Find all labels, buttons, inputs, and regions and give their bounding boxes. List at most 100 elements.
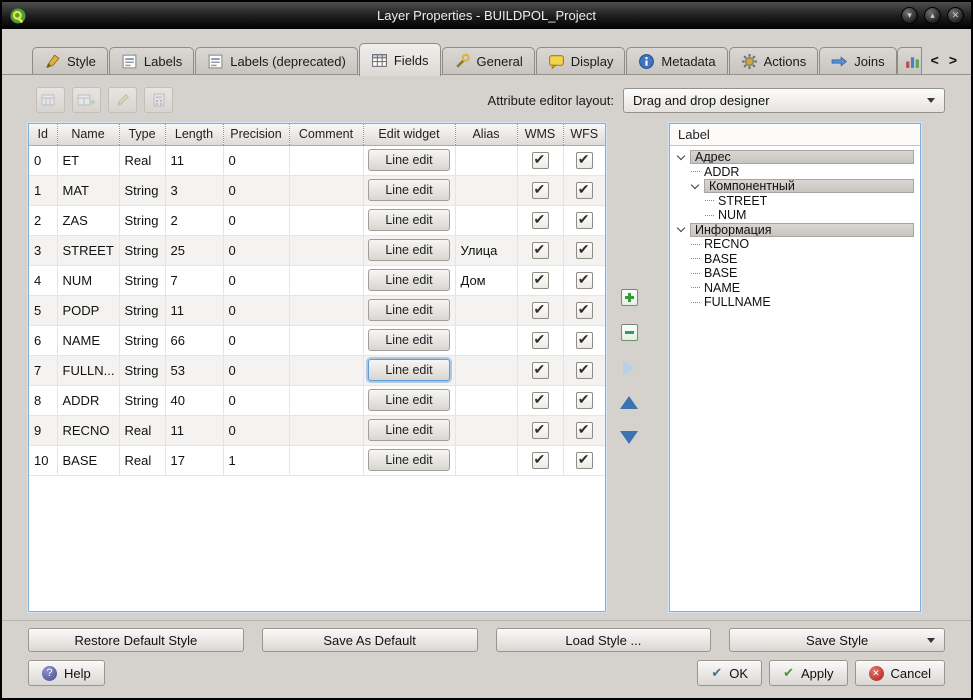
- wfs-checkbox[interactable]: ✔: [576, 152, 593, 169]
- wms-checkbox[interactable]: ✔: [532, 452, 549, 469]
- cell-type[interactable]: Real: [119, 445, 165, 475]
- edit-pencil-button[interactable]: [108, 87, 137, 113]
- cell-name[interactable]: MAT: [57, 175, 119, 205]
- new-field-button[interactable]: [72, 87, 101, 113]
- cell-precision[interactable]: 0: [223, 175, 289, 205]
- cell-name[interactable]: ZAS: [57, 205, 119, 235]
- cell-comment[interactable]: [289, 175, 363, 205]
- wms-checkbox[interactable]: ✔: [532, 182, 549, 199]
- tab-fields[interactable]: Fields: [359, 43, 441, 76]
- tab-general[interactable]: General: [442, 47, 535, 75]
- cell-precision[interactable]: 1: [223, 445, 289, 475]
- tab-actions[interactable]: Actions: [729, 47, 819, 75]
- wms-checkbox[interactable]: ✔: [532, 152, 549, 169]
- cell-length[interactable]: 40: [165, 385, 223, 415]
- tree-group-item[interactable]: Информация: [673, 223, 917, 238]
- cell-length[interactable]: 3: [165, 175, 223, 205]
- edit-widget-button[interactable]: Line edit: [368, 449, 450, 471]
- cell-precision[interactable]: 0: [223, 295, 289, 325]
- cell-alias[interactable]: [455, 445, 517, 475]
- cell-name[interactable]: NAME: [57, 325, 119, 355]
- minimize-button[interactable]: ▾: [901, 7, 918, 24]
- wfs-checkbox[interactable]: ✔: [576, 302, 593, 319]
- remove-item-button[interactable]: [615, 320, 643, 346]
- cell-comment[interactable]: [289, 445, 363, 475]
- edit-widget-button[interactable]: Line edit: [368, 419, 450, 441]
- cell-type[interactable]: String: [119, 385, 165, 415]
- cell-type[interactable]: Real: [119, 145, 165, 175]
- cell-name[interactable]: ADDR: [57, 385, 119, 415]
- field-row[interactable]: 3STREETString250Line editУлица✔✔: [29, 235, 605, 265]
- wfs-checkbox[interactable]: ✔: [576, 452, 593, 469]
- cell-id[interactable]: 1: [29, 175, 57, 205]
- tree-item[interactable]: STREET: [673, 194, 917, 209]
- wfs-checkbox[interactable]: ✔: [576, 422, 593, 439]
- cell-length[interactable]: 17: [165, 445, 223, 475]
- wms-checkbox[interactable]: ✔: [532, 302, 549, 319]
- cell-comment[interactable]: [289, 325, 363, 355]
- wms-checkbox[interactable]: ✔: [532, 392, 549, 409]
- field-row[interactable]: 2ZASString20Line edit✔✔: [29, 205, 605, 235]
- wfs-checkbox[interactable]: ✔: [576, 242, 593, 259]
- edit-widget-button[interactable]: Line edit: [368, 329, 450, 351]
- edit-widget-button[interactable]: Line edit: [368, 299, 450, 321]
- cell-id[interactable]: 5: [29, 295, 57, 325]
- wfs-checkbox[interactable]: ✔: [576, 332, 593, 349]
- column-header-wfs[interactable]: WFS: [563, 124, 605, 145]
- cell-id[interactable]: 10: [29, 445, 57, 475]
- cell-precision[interactable]: 0: [223, 145, 289, 175]
- cell-alias[interactable]: [455, 355, 517, 385]
- toggle-editing-button[interactable]: [36, 87, 65, 113]
- cell-length[interactable]: 25: [165, 235, 223, 265]
- cell-comment[interactable]: [289, 355, 363, 385]
- tree-item[interactable]: NUM: [673, 208, 917, 223]
- cell-comment[interactable]: [289, 205, 363, 235]
- wfs-checkbox[interactable]: ✔: [576, 182, 593, 199]
- cell-comment[interactable]: [289, 295, 363, 325]
- cell-type[interactable]: String: [119, 235, 165, 265]
- column-header-comment[interactable]: Comment: [289, 124, 363, 145]
- cell-length[interactable]: 53: [165, 355, 223, 385]
- column-header-precision[interactable]: Precision: [223, 124, 289, 145]
- cancel-button[interactable]: Cancel: [855, 660, 945, 686]
- tree-item[interactable]: BASE: [673, 266, 917, 281]
- cell-alias[interactable]: Улица: [455, 235, 517, 265]
- tree-item[interactable]: RECNO: [673, 237, 917, 252]
- tree-group-item[interactable]: Компонентный: [673, 179, 917, 194]
- cell-id[interactable]: 2: [29, 205, 57, 235]
- cell-id[interactable]: 4: [29, 265, 57, 295]
- tab-scroll-right-button[interactable]: >: [949, 52, 957, 68]
- maximize-button[interactable]: ▴: [924, 7, 941, 24]
- ok-button[interactable]: OK: [697, 660, 762, 686]
- cell-comment[interactable]: [289, 235, 363, 265]
- wms-checkbox[interactable]: ✔: [532, 272, 549, 289]
- field-row[interactable]: 6NAMEString660Line edit✔✔: [29, 325, 605, 355]
- cell-length[interactable]: 11: [165, 415, 223, 445]
- cell-type[interactable]: String: [119, 355, 165, 385]
- move-up-button[interactable]: [615, 390, 643, 416]
- add-container-button[interactable]: [615, 285, 643, 311]
- add-field-to-layout-button[interactable]: [615, 355, 643, 381]
- cell-type[interactable]: String: [119, 325, 165, 355]
- edit-widget-button[interactable]: Line edit: [368, 269, 450, 291]
- cell-precision[interactable]: 0: [223, 355, 289, 385]
- field-calculator-button[interactable]: [144, 87, 173, 113]
- cell-alias[interactable]: [455, 325, 517, 355]
- field-row[interactable]: 7FULLN...String530Line edit✔✔: [29, 355, 605, 385]
- cell-comment[interactable]: [289, 415, 363, 445]
- column-header-edit-widget[interactable]: Edit widget: [363, 124, 455, 145]
- wms-checkbox[interactable]: ✔: [532, 242, 549, 259]
- column-header-length[interactable]: Length: [165, 124, 223, 145]
- wfs-checkbox[interactable]: ✔: [576, 392, 593, 409]
- cell-name[interactable]: BASE: [57, 445, 119, 475]
- cell-id[interactable]: 7: [29, 355, 57, 385]
- edit-widget-button[interactable]: Line edit: [368, 179, 450, 201]
- tree-item[interactable]: NAME: [673, 281, 917, 296]
- edit-widget-button[interactable]: Line edit: [368, 239, 450, 261]
- field-row[interactable]: 8ADDRString400Line edit✔✔: [29, 385, 605, 415]
- tab-style[interactable]: Style: [32, 47, 108, 75]
- cell-id[interactable]: 9: [29, 415, 57, 445]
- edit-widget-button[interactable]: Line edit: [368, 149, 450, 171]
- wms-checkbox[interactable]: ✔: [532, 422, 549, 439]
- tab-metadata[interactable]: Metadata: [626, 47, 727, 75]
